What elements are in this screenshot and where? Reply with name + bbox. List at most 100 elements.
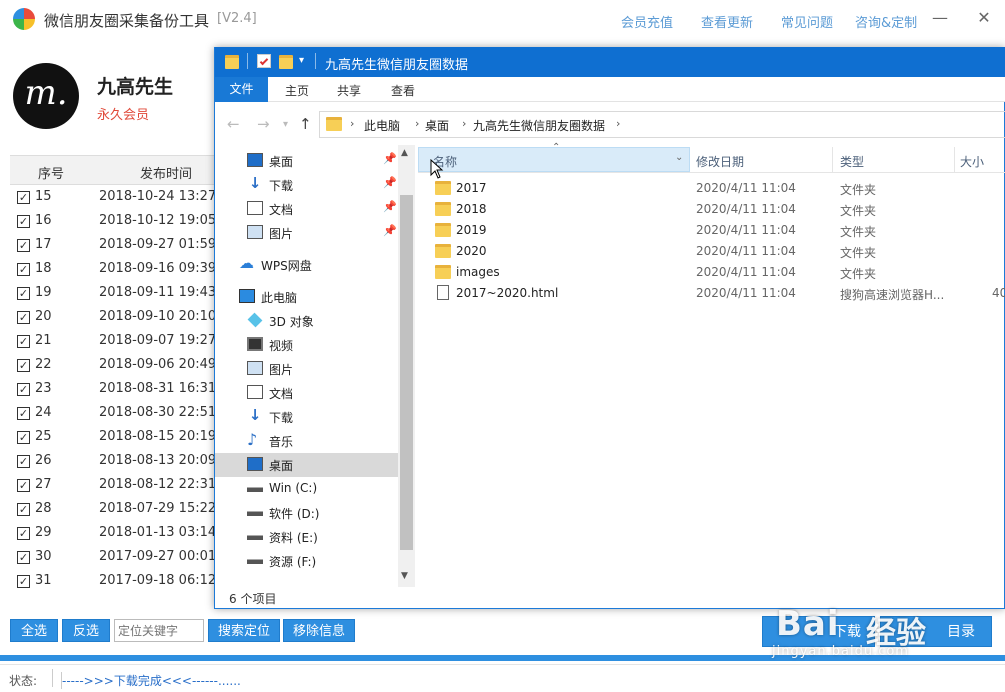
scroll-up-icon[interactable]: ▲ <box>401 148 408 158</box>
table-row[interactable]: ✓ 21 2018-09-07 19:27: <box>10 330 216 354</box>
pin-icon[interactable]: 📌 <box>383 176 397 189</box>
nav-item[interactable]: 桌面 📌 <box>215 149 398 173</box>
nav-item[interactable]: 文档 📌 <box>215 197 398 221</box>
nav-item[interactable]: 图片 📌 <box>215 221 398 245</box>
row-checkbox[interactable]: ✓ <box>17 311 30 324</box>
chevron-right-icon[interactable]: › <box>415 117 419 130</box>
table-row[interactable]: ✓ 29 2018-01-13 03:14:1 <box>10 522 216 546</box>
chevron-down-icon[interactable]: ⌄ <box>675 152 683 163</box>
file-row[interactable]: 2018 2020/4/11 11:04 文件夹 <box>418 199 1005 220</box>
row-checkbox[interactable]: ✓ <box>17 359 30 372</box>
row-checkbox[interactable]: ✓ <box>17 287 30 300</box>
row-checkbox[interactable]: ✓ <box>17 335 30 348</box>
row-checkbox[interactable]: ✓ <box>17 263 30 276</box>
column-name-header[interactable]: 名称 ⌃ ⌄ <box>418 142 690 172</box>
nav-item[interactable]: 3D 对象 <box>215 309 398 333</box>
row-checkbox[interactable]: ✓ <box>17 383 30 396</box>
nav-item[interactable]: 资料 (E:) <box>215 525 398 549</box>
nav-item[interactable]: 桌面 <box>215 453 398 477</box>
tab-home[interactable]: 主页 <box>285 82 309 99</box>
nav-item[interactable]: 视频 <box>215 333 398 357</box>
search-locate-button[interactable]: 搜索定位 <box>208 619 280 642</box>
table-row[interactable]: ✓ 26 2018-08-13 20:09: <box>10 450 216 474</box>
table-row[interactable]: ✓ 16 2018-10-12 19:05:3 <box>10 210 216 234</box>
col-header-num[interactable]: 序号 <box>38 163 64 182</box>
table-row[interactable]: ✓ 25 2018-08-15 20:19: <box>10 426 216 450</box>
chevron-right-icon[interactable]: › <box>462 117 466 130</box>
nav-item[interactable]: 软件 (D:) <box>215 501 398 525</box>
column-date-header[interactable]: 修改日期 <box>696 153 744 170</box>
tab-share[interactable]: 共享 <box>337 82 361 99</box>
col-header-time[interactable]: 发布时间 <box>140 163 192 182</box>
link-consult[interactable]: 咨询&定制 <box>855 12 917 31</box>
row-checkbox[interactable]: ✓ <box>17 479 30 492</box>
table-row[interactable]: ✓ 17 2018-09-27 01:59: <box>10 234 216 258</box>
remove-info-button[interactable]: 移除信息 <box>283 619 355 642</box>
row-checkbox[interactable]: ✓ <box>17 551 30 564</box>
row-checkbox[interactable]: ✓ <box>17 575 30 588</box>
table-row[interactable]: ✓ 15 2018-10-24 13:27:4 <box>10 186 216 210</box>
file-row[interactable]: 2020 2020/4/11 11:04 文件夹 <box>418 241 1005 262</box>
nav-item[interactable]: ↓ 下载 📌 <box>215 173 398 197</box>
row-checkbox[interactable]: ✓ <box>17 527 30 540</box>
table-row[interactable]: ✓ 30 2017-09-27 00:01: <box>10 546 216 570</box>
properties-icon[interactable] <box>257 54 271 68</box>
table-row[interactable]: ✓ 23 2018-08-31 16:31:3 <box>10 378 216 402</box>
table-row[interactable]: ✓ 22 2018-09-06 20:49: <box>10 354 216 378</box>
close-button[interactable]: ✕ <box>973 8 995 27</box>
chevron-right-icon[interactable]: › <box>350 117 354 130</box>
keyword-input[interactable] <box>114 619 204 642</box>
nav-item[interactable]: ↓ 下载 <box>215 405 398 429</box>
table-row[interactable]: ✓ 24 2018-08-30 22:51: <box>10 402 216 426</box>
breadcrumb-desktop[interactable]: 桌面 <box>425 117 449 134</box>
recent-locations-icon[interactable]: ▾ <box>283 119 288 130</box>
row-checkbox[interactable]: ✓ <box>17 239 30 252</box>
tab-file[interactable]: 文件 <box>215 77 268 102</box>
table-row[interactable]: ✓ 20 2018-09-10 20:10: <box>10 306 216 330</box>
file-row[interactable]: 2017 2020/4/11 11:04 文件夹 <box>418 178 1005 199</box>
new-folder-icon[interactable] <box>279 55 293 69</box>
chevron-right-icon[interactable]: › <box>616 117 620 130</box>
file-row[interactable]: images 2020/4/11 11:04 文件夹 <box>418 262 1005 283</box>
row-checkbox[interactable]: ✓ <box>17 455 30 468</box>
tab-view[interactable]: 查看 <box>391 82 415 99</box>
nav-scrollbar[interactable]: ▲ ▼ <box>398 145 415 587</box>
table-row[interactable]: ✓ 27 2018-08-12 22:31: <box>10 474 216 498</box>
table-row[interactable]: ✓ 28 2018-07-29 15:22: <box>10 498 216 522</box>
forward-arrow-icon[interactable]: → <box>257 115 270 133</box>
nav-item[interactable]: Win (C:) <box>215 477 398 501</box>
column-type-header[interactable]: 类型 <box>840 153 864 170</box>
nav-item[interactable]: ♪ 音乐 <box>215 429 398 453</box>
link-faq[interactable]: 常见问题 <box>781 12 833 31</box>
table-row[interactable]: ✓ 19 2018-09-11 19:43:2 <box>10 282 216 306</box>
scrollbar-thumb[interactable] <box>400 195 413 550</box>
link-recharge[interactable]: 会员充值 <box>621 12 673 31</box>
nav-item[interactable]: 此电脑 <box>215 285 398 309</box>
nav-item[interactable]: 图片 <box>215 357 398 381</box>
row-checkbox[interactable]: ✓ <box>17 191 30 204</box>
customize-toolbar-icon[interactable]: ▾ <box>299 55 304 66</box>
address-bar[interactable]: › 此电脑 › 桌面 › 九高先生微信朋友圈数据 › <box>319 111 1005 138</box>
nav-item[interactable]: ☁ WPS网盘 <box>215 253 398 277</box>
breadcrumb-this-pc[interactable]: 此电脑 <box>364 117 400 134</box>
column-divider[interactable] <box>954 147 955 173</box>
select-all-button[interactable]: 全选 <box>10 619 58 642</box>
nav-item[interactable]: 文档 <box>215 381 398 405</box>
file-row[interactable]: 2017~2020.html 2020/4/11 11:04 搜狗高速浏览器H...… <box>418 283 1005 304</box>
row-checkbox[interactable]: ✓ <box>17 503 30 516</box>
breadcrumb-current-folder[interactable]: 九高先生微信朋友圈数据 <box>473 117 605 134</box>
pin-icon[interactable]: 📌 <box>383 200 397 213</box>
pin-icon[interactable]: 📌 <box>383 224 397 237</box>
file-row[interactable]: 2019 2020/4/11 11:04 文件夹 <box>418 220 1005 241</box>
pin-icon[interactable]: 📌 <box>383 152 397 165</box>
row-checkbox[interactable]: ✓ <box>17 431 30 444</box>
nav-item[interactable]: 资源 (F:) <box>215 549 398 573</box>
invert-selection-button[interactable]: 反选 <box>62 619 110 642</box>
row-checkbox[interactable]: ✓ <box>17 407 30 420</box>
minimize-button[interactable]: — <box>929 8 951 27</box>
row-checkbox[interactable]: ✓ <box>17 215 30 228</box>
scroll-down-icon[interactable]: ▼ <box>401 571 408 581</box>
column-divider[interactable] <box>832 147 833 173</box>
up-arrow-icon[interactable]: ↑ <box>299 115 312 133</box>
back-arrow-icon[interactable]: ← <box>227 115 240 133</box>
